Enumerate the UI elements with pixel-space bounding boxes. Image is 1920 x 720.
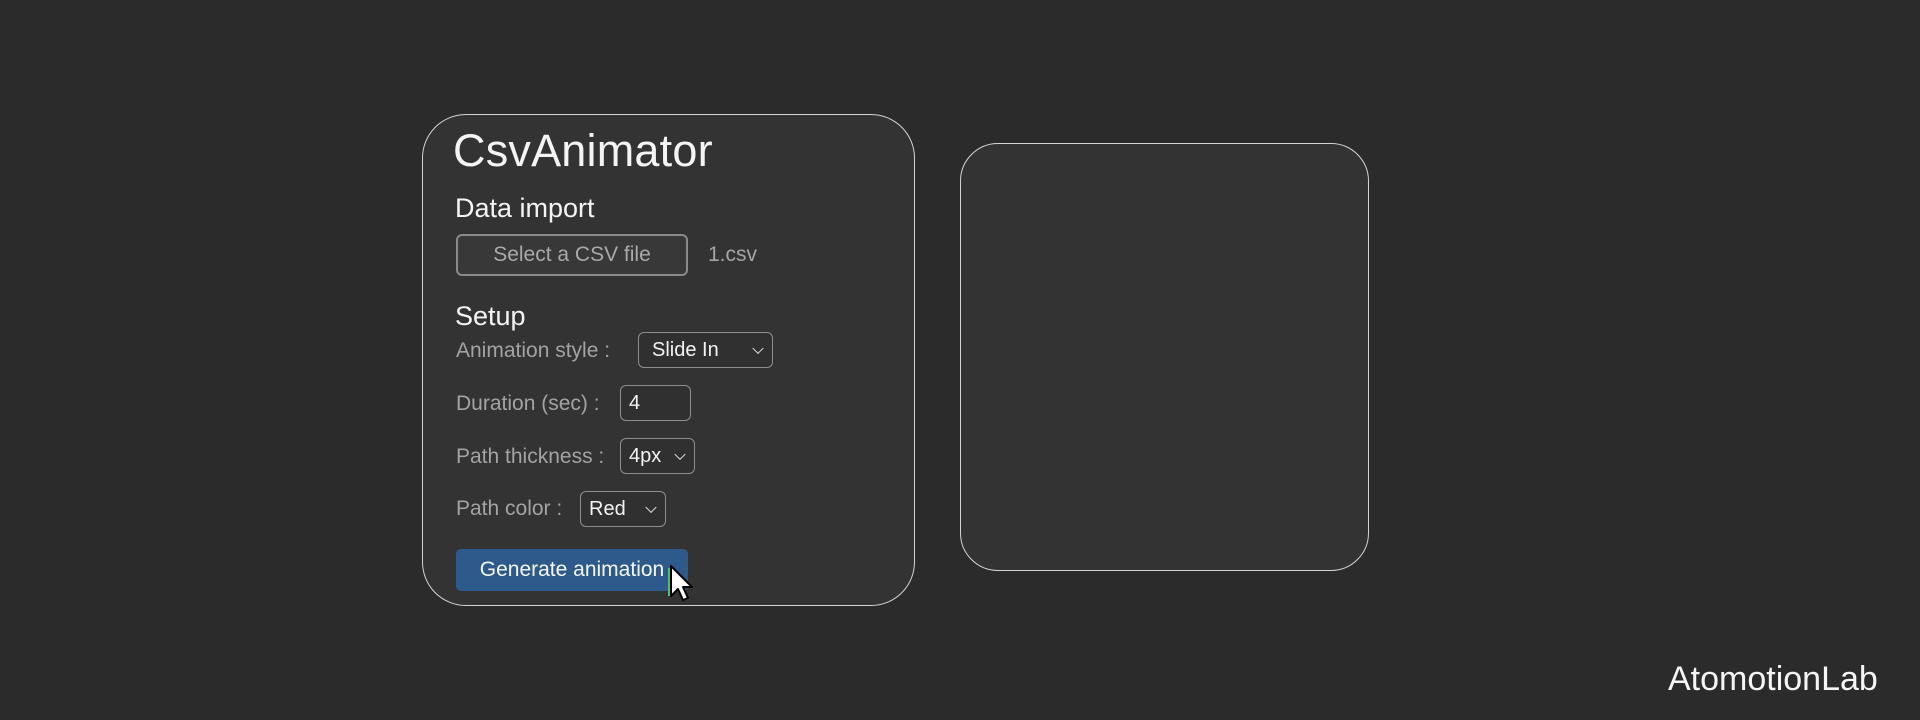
path-thickness-select[interactable]: 4px — [620, 438, 695, 474]
generate-animation-button[interactable]: Generate animation — [456, 549, 688, 591]
brand-watermark: AtomotionLab — [1668, 660, 1878, 698]
setup-heading: Setup — [455, 301, 526, 331]
path-color-value: Red — [589, 497, 626, 520]
path-thickness-value: 4px — [629, 444, 662, 467]
duration-label: Duration (sec) : — [456, 392, 600, 415]
chevron-down-icon — [645, 501, 657, 514]
duration-value: 4 — [629, 391, 641, 414]
app-page: CsvAnimator Data import Select a CSV fil… — [0, 0, 1920, 720]
control-panel: CsvAnimator Data import Select a CSV fil… — [422, 114, 915, 606]
path-thickness-label: Path thickness : — [456, 445, 605, 468]
animation-preview-panel — [960, 143, 1369, 571]
chevron-down-icon — [752, 342, 764, 355]
animation-style-select[interactable]: Slide In — [638, 332, 773, 368]
select-csv-button[interactable]: Select a CSV file — [456, 234, 688, 276]
data-import-heading: Data import — [455, 193, 595, 223]
path-color-label: Path color : — [456, 497, 563, 520]
pointer-arrow-icon — [668, 565, 693, 601]
app-title: CsvAnimator — [453, 125, 713, 176]
duration-input[interactable]: 4 — [620, 385, 691, 421]
path-color-select[interactable]: Red — [580, 491, 666, 527]
chevron-down-icon — [674, 448, 686, 461]
selected-file-name: 1.csv — [708, 243, 758, 266]
animation-style-label: Animation style : — [456, 339, 611, 362]
animation-style-value: Slide In — [652, 338, 719, 361]
